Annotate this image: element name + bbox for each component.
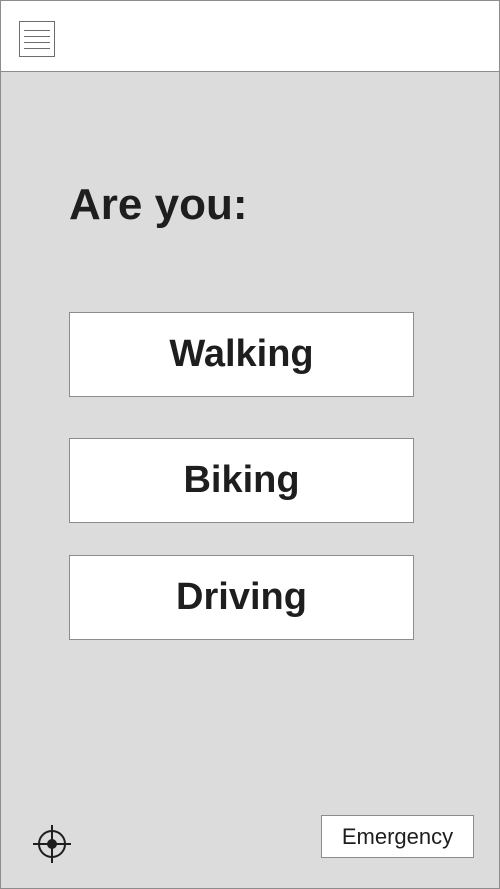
page-title: Are you:	[69, 180, 248, 229]
biking-button[interactable]: Biking	[69, 438, 414, 523]
locate-button[interactable]	[33, 825, 71, 863]
app-screen: Are you: Walking Biking Driving Emergenc…	[0, 0, 500, 889]
driving-button[interactable]: Driving	[69, 555, 414, 640]
top-bar	[1, 1, 499, 72]
emergency-button[interactable]: Emergency	[321, 815, 474, 858]
menu-button[interactable]	[19, 21, 55, 57]
crosshair-locate-icon	[33, 825, 71, 863]
main-content: Are you: Walking Biking Driving Emergenc…	[1, 72, 499, 888]
walking-button[interactable]: Walking	[69, 312, 414, 397]
